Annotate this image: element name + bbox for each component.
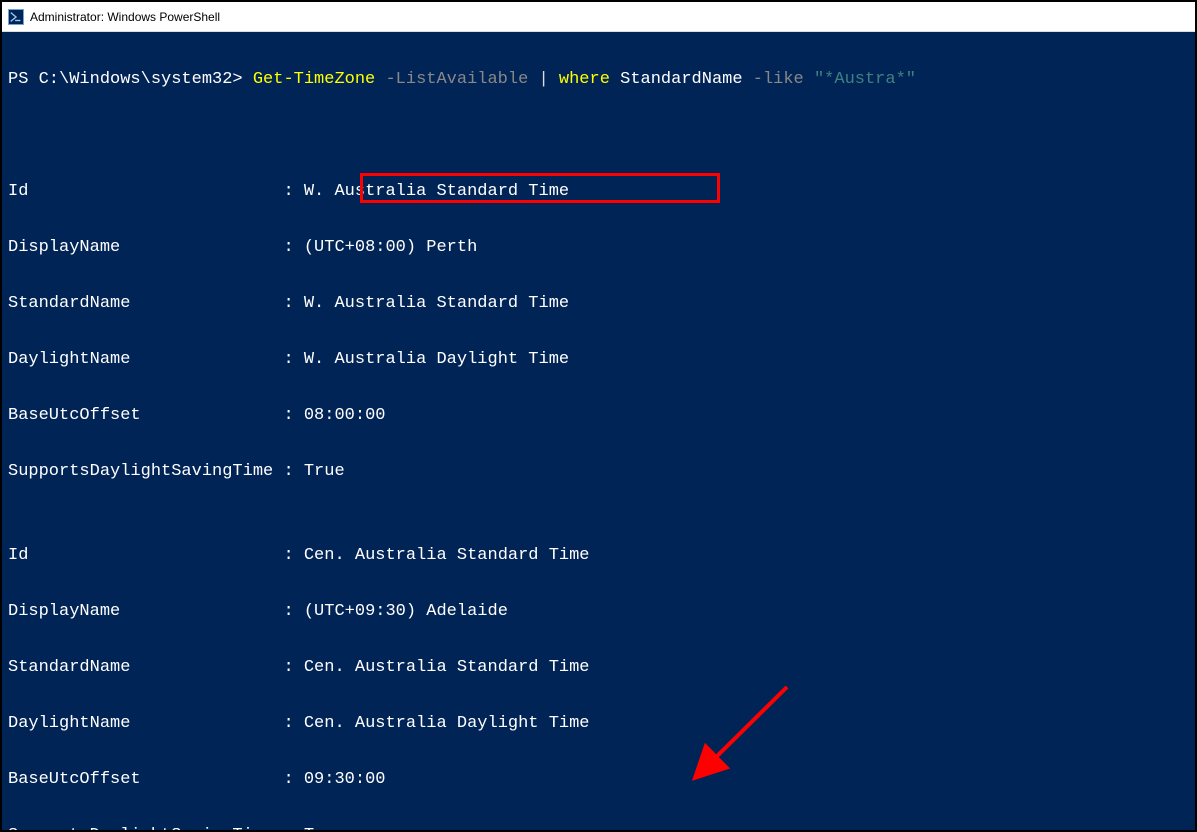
colon: : xyxy=(283,294,303,313)
colon: : xyxy=(283,658,303,677)
colon: : xyxy=(283,238,303,257)
prop-label: DisplayName xyxy=(8,602,283,621)
filter-operator: -like xyxy=(753,70,804,89)
prop-label: Id xyxy=(8,546,283,565)
colon: : xyxy=(283,546,303,565)
output-row: DaylightName : Cen. Australia Daylight T… xyxy=(8,710,1189,738)
command-line-1: PS C:\Windows\system32> Get-TimeZone -Li… xyxy=(8,66,1189,94)
output-row: StandardName : W. Australia Standard Tim… xyxy=(8,290,1189,318)
prop-value: W. Australia Standard Time xyxy=(304,182,569,201)
prop-value: (UTC+08:00) Perth xyxy=(304,238,477,257)
prop-label: SupportsDaylightSavingTime xyxy=(8,462,283,481)
output-row: DisplayName : (UTC+09:30) Adelaide xyxy=(8,598,1189,626)
colon: : xyxy=(283,770,303,789)
colon: : xyxy=(283,714,303,733)
prop-value: Cen. Australia Standard Time xyxy=(304,658,590,677)
prop-value: 09:30:00 xyxy=(304,770,386,789)
output-row: SupportsDaylightSavingTime : True xyxy=(8,822,1189,830)
window-title: Administrator: Windows PowerShell xyxy=(30,10,220,24)
prompt: PS C:\Windows\system32> xyxy=(8,70,243,89)
output-row: SupportsDaylightSavingTime : True xyxy=(8,458,1189,486)
prop-value: True xyxy=(304,462,345,481)
prop-label: StandardName xyxy=(8,294,283,313)
colon: : xyxy=(283,406,303,425)
colon: : xyxy=(283,826,303,830)
prop-label: SupportsDaylightSavingTime xyxy=(8,826,283,830)
prop-label: Id xyxy=(8,182,283,201)
parameter: -ListAvailable xyxy=(385,70,528,89)
output-row: Id : W. Australia Standard Time xyxy=(8,178,1189,206)
output-row: DaylightName : W. Australia Daylight Tim… xyxy=(8,346,1189,374)
colon: : xyxy=(283,182,303,201)
prop-label: BaseUtcOffset xyxy=(8,406,283,425)
cmdlet: Get-TimeZone xyxy=(253,70,375,89)
prop-label: BaseUtcOffset xyxy=(8,770,283,789)
prop-value: W. Australia Standard Time xyxy=(304,294,569,313)
output-row: StandardName : Cen. Australia Standard T… xyxy=(8,654,1189,682)
filter-value: "*Austra*" xyxy=(814,70,916,89)
prop-value: 08:00:00 xyxy=(304,406,386,425)
prop-value: Cen. Australia Daylight Time xyxy=(304,714,590,733)
colon: : xyxy=(283,602,303,621)
output-row: BaseUtcOffset : 08:00:00 xyxy=(8,402,1189,430)
prop-label: DaylightName xyxy=(8,714,283,733)
prop-value: True xyxy=(304,826,345,830)
window-titlebar: Administrator: Windows PowerShell xyxy=(2,2,1195,32)
prop-label: StandardName xyxy=(8,658,283,677)
prop-label: DisplayName xyxy=(8,238,283,257)
powershell-icon xyxy=(8,9,24,25)
prop-value: Cen. Australia Standard Time xyxy=(304,546,590,565)
pipe: | xyxy=(539,70,549,89)
colon: : xyxy=(283,462,303,481)
terminal-pane[interactable]: PS C:\Windows\system32> Get-TimeZone -Li… xyxy=(2,32,1195,830)
filter-cmdlet: where xyxy=(559,70,610,89)
filter-property: StandardName xyxy=(620,70,742,89)
prop-value: (UTC+09:30) Adelaide xyxy=(304,602,508,621)
output-row: Id : Cen. Australia Standard Time xyxy=(8,542,1189,570)
colon: : xyxy=(283,350,303,369)
output-row: DisplayName : (UTC+08:00) Perth xyxy=(8,234,1189,262)
prop-label: DaylightName xyxy=(8,350,283,369)
prop-value: W. Australia Daylight Time xyxy=(304,350,569,369)
output-row: BaseUtcOffset : 09:30:00 xyxy=(8,766,1189,794)
